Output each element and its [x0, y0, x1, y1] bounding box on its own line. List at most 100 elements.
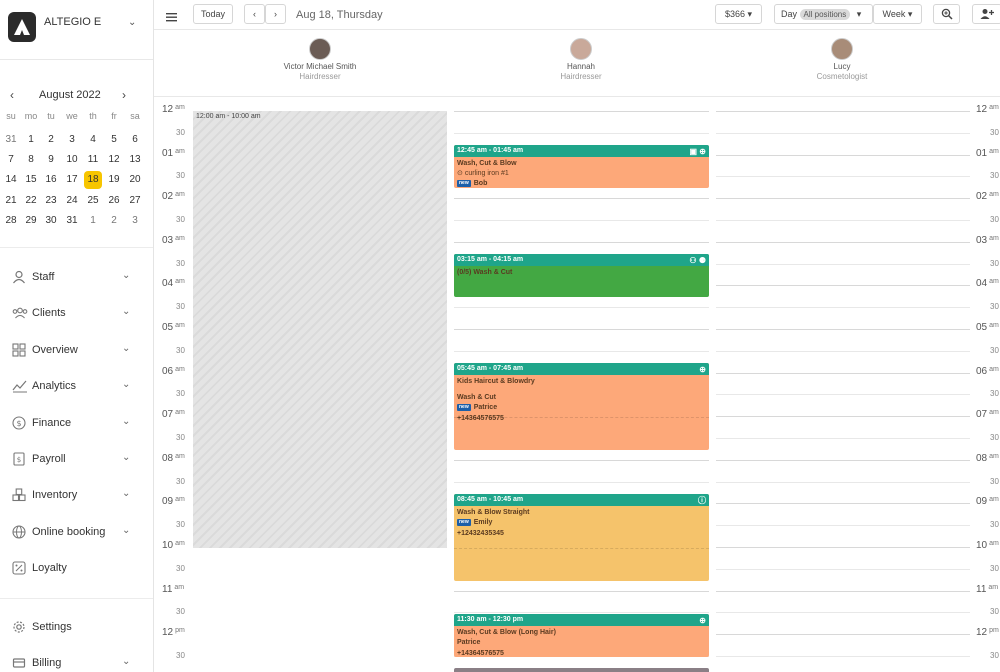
nav-payroll[interactable]: $ Payroll ⌄	[0, 443, 153, 475]
half-hour-label-left: 30	[176, 520, 185, 530]
revenue-dropdown[interactable]: $366 ▾	[715, 4, 762, 24]
calendar-day-selected[interactable]: 18	[84, 171, 102, 190]
calendar-day[interactable]: 2	[42, 131, 60, 149]
hour-gridline	[454, 111, 709, 112]
calendar-day[interactable]: 5	[105, 131, 123, 149]
half-hour-label-left: 30	[176, 563, 185, 573]
appointment-card[interactable]: 11:30 am - 12:30 pm ⊕ Wash, Cut & Blow (Lo…	[454, 614, 709, 657]
hour-ampm: am	[175, 234, 185, 242]
appointment-time: 12:45 am - 01:45 am ▣ ⊕	[454, 145, 709, 157]
hour-label-right: 03 am	[976, 235, 999, 246]
calendar-day[interactable]: 17	[63, 171, 81, 189]
brand-switcher[interactable]: ALTEGIO E ⌄	[0, 0, 153, 60]
calendar-day[interactable]: 1	[22, 131, 40, 149]
calendar-day[interactable]: 25	[84, 192, 102, 210]
half-hour-gridline	[454, 350, 709, 352]
hour-value: 08	[162, 452, 174, 464]
revenue-value: $366	[724, 9, 745, 19]
calendar-day[interactable]: 20	[126, 171, 144, 189]
chevron-right-icon[interactable]: ›	[122, 88, 126, 102]
calendar-day[interactable]: 28	[2, 212, 20, 230]
appointment-card[interactable]: 03:15 am - 04:15 am ⚇ ⚈ (0/5) Wash & Cut	[454, 254, 709, 297]
appointment-phone: +14364576575	[457, 650, 504, 657]
chevron-left-icon[interactable]: ‹	[10, 88, 14, 102]
nav-billing[interactable]: Billing ⌄	[0, 647, 153, 672]
appointment-card[interactable]: 05:45 am - 07:45 am ⊕ Kids Haircut & Blowd…	[454, 363, 709, 450]
half-hour-gridline	[716, 438, 970, 439]
add-client-button[interactable]	[972, 4, 1000, 24]
calendar-day[interactable]: 8	[22, 151, 40, 169]
calendar-day[interactable]: 24	[63, 192, 81, 210]
appointment-status-icon: ▣ ⊕	[689, 147, 706, 156]
nav-clients[interactable]: Clients ⌄	[0, 297, 153, 329]
half-hour-label-left: 30	[176, 345, 185, 355]
avatar	[309, 38, 331, 60]
next-day-button[interactable]: ›	[265, 4, 286, 24]
nav-loyalty[interactable]: Loyalty	[0, 552, 153, 584]
appointment-service-2: Wash & Cut	[457, 394, 497, 401]
prev-day-button[interactable]: ‹	[244, 4, 265, 24]
calendar-day[interactable]: 9	[42, 151, 60, 169]
appointment-card[interactable]: 08:45 am - 10:45 am ⓘ Wash & Blow Straight…	[454, 494, 709, 581]
half-hour-label-right: 30	[990, 127, 999, 137]
calendar-day[interactable]: 3	[126, 212, 144, 230]
zoom-button[interactable]	[933, 4, 960, 24]
appointment-card[interactable]: 12:45 am - 01:45 am ▣ ⊕ Wash, Cut & Blow ⊙ …	[454, 145, 709, 188]
appointment-card-partial[interactable]	[454, 668, 709, 672]
half-hour-label-right: 30	[990, 345, 999, 355]
hour-ampm: am	[174, 583, 185, 591]
calendar-day[interactable]: 10	[63, 151, 81, 169]
nav-analytics[interactable]: Analytics ⌄	[0, 370, 153, 402]
today-button[interactable]: Today	[193, 4, 233, 24]
calendar-day[interactable]: 27	[126, 192, 144, 210]
positions-dropdown[interactable]: Day All positions ▾	[774, 4, 873, 24]
half-hour-label-left: 30	[176, 258, 185, 268]
calendar-day[interactable]: 22	[22, 192, 40, 210]
staff-header: Victor Michael Smith Hairdresser Hannah Hai…	[154, 31, 1000, 97]
calendar-day[interactable]: 26	[105, 192, 123, 210]
calendar-day[interactable]: 19	[105, 171, 123, 189]
half-hour-gridline	[454, 307, 709, 309]
menu-icon[interactable]	[166, 9, 177, 27]
calendar-day[interactable]: 16	[42, 171, 60, 189]
half-hour-divider	[454, 416, 709, 418]
calendar-day[interactable]: 3	[63, 131, 81, 149]
week-view-dropdown[interactable]: Week ▾	[873, 4, 922, 24]
nav-finance[interactable]: $ Finance ⌄	[0, 407, 153, 439]
resource-icon: ⊙	[457, 170, 465, 177]
appointment-service: (0/5) Wash & Cut	[457, 269, 513, 276]
calendar-day[interactable]: 11	[84, 151, 102, 169]
calendar-day[interactable]: 7	[2, 151, 20, 169]
nav-settings[interactable]: Settings	[0, 611, 153, 643]
hour-label-right: 07 am	[976, 409, 999, 420]
half-hour-label-left: 30	[176, 651, 185, 660]
calendar-day[interactable]: 4	[84, 131, 102, 149]
calendar-day[interactable]: 13	[126, 151, 144, 169]
calendar-day[interactable]: 30	[42, 212, 60, 230]
staff-column-header[interactable]: Hannah Hairdresser	[501, 35, 661, 82]
calendar-week-row: 14 15 16 17 18 19 20	[0, 171, 153, 190]
calendar-day[interactable]: 2	[105, 212, 123, 230]
appointment-time: 05:45 am - 07:45 am ⊕	[454, 363, 709, 375]
calendar-day[interactable]: 21	[2, 192, 20, 210]
calendar-day[interactable]: 31	[2, 131, 20, 149]
calendar-day[interactable]: 12	[105, 151, 123, 169]
nav-online-booking[interactable]: Online booking ⌄	[0, 516, 153, 548]
staff-column-header[interactable]: Lucy Cosmetologist	[762, 35, 922, 82]
calendar-day[interactable]: 14	[2, 171, 20, 189]
appointment-service: Kids Haircut & Blowdry	[457, 378, 535, 385]
calendar-day[interactable]: 23	[42, 192, 60, 210]
calendar-day[interactable]: 6	[126, 131, 144, 149]
nav-overview[interactable]: Overview ⌄	[0, 334, 153, 366]
calendar-day[interactable]: 1	[84, 212, 102, 230]
calendar-day[interactable]: 15	[22, 171, 40, 189]
calendar-day[interactable]: 29	[22, 212, 40, 230]
hour-gridline	[716, 111, 970, 112]
calendar-day[interactable]: 31	[63, 212, 81, 230]
hour-ampm: am	[175, 322, 185, 329]
staff-column-header[interactable]: Victor Michael Smith Hairdresser	[240, 35, 400, 82]
nav-staff[interactable]: Staff ⌄	[0, 261, 153, 293]
nav-inventory[interactable]: Inventory ⌄	[0, 479, 153, 511]
half-hour-label-left: 30	[176, 171, 185, 181]
half-hour-label-right: 30	[990, 433, 999, 442]
